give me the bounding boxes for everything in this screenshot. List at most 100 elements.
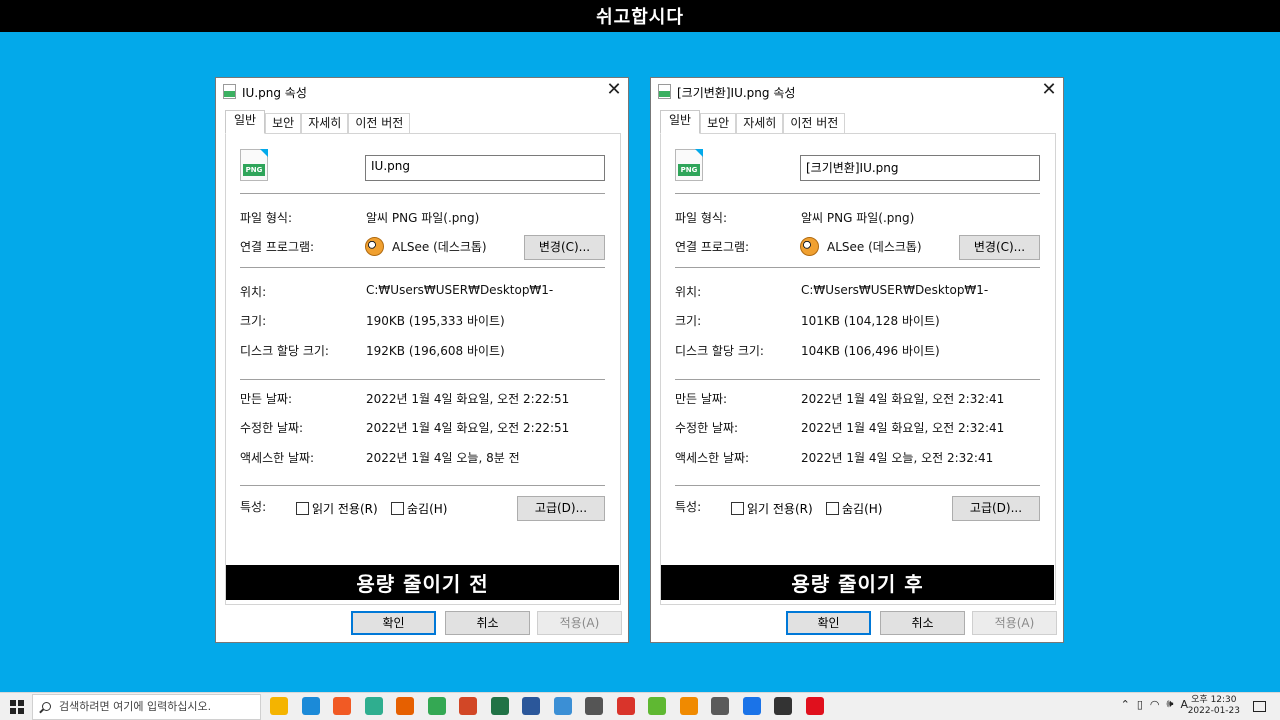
remote-desktop-icon[interactable] xyxy=(553,697,572,715)
tab-security[interactable]: 보안 xyxy=(700,113,737,134)
accessed-label: 액세스한 날짜: xyxy=(240,451,315,465)
location-value: C:₩Users₩USER₩Desktop₩1- xyxy=(366,283,554,297)
firefox-icon[interactable] xyxy=(396,697,414,715)
close-button[interactable]: ✕ xyxy=(600,78,628,104)
hidden-checkbox[interactable]: 숨김(H) xyxy=(391,500,447,517)
file-explorer-icon[interactable] xyxy=(270,697,288,715)
divider xyxy=(675,267,1040,268)
close-button[interactable]: ✕ xyxy=(1035,78,1063,104)
file-type-badge: PNG xyxy=(243,164,265,176)
tab-general[interactable]: 일반 xyxy=(660,110,701,134)
accessed-value: 2022년 1월 4일 오늘, 오전 2:32:41 xyxy=(801,451,994,465)
cancel-button[interactable]: 취소 xyxy=(880,611,965,635)
accessed-value: 2022년 1월 4일 오늘, 8분 전 xyxy=(366,451,520,465)
vlc-icon[interactable] xyxy=(679,697,698,715)
battery-icon[interactable]: ▯ xyxy=(1137,698,1143,711)
search-app-icon[interactable] xyxy=(585,697,603,715)
checkbox-box[interactable] xyxy=(296,502,309,515)
open-with-label: 연결 프로그램: xyxy=(675,240,750,254)
ok-button[interactable]: 확인 xyxy=(351,611,436,635)
tab-general[interactable]: 일반 xyxy=(225,110,266,134)
word-icon[interactable] xyxy=(522,697,540,715)
file-type-value: 알씨 PNG 파일(.png) xyxy=(801,211,915,225)
filename-input[interactable]: IU.png xyxy=(365,155,605,181)
chrome-icon[interactable] xyxy=(427,697,446,715)
divider xyxy=(240,485,605,486)
modified-label: 수정한 날짜: xyxy=(240,421,304,435)
tab-security[interactable]: 보안 xyxy=(265,113,302,134)
tab-previous-versions[interactable]: 이전 버전 xyxy=(348,113,411,134)
open-with-value: ALSee (데스크톱) xyxy=(392,240,487,254)
change-button[interactable]: 변경(C)... xyxy=(959,235,1040,260)
green-app-icon[interactable] xyxy=(648,697,666,715)
properties-dialog-before: IU.png 속성 ✕ 일반 보안 자세히 이전 버전 PNG IU.png 파… xyxy=(215,77,629,643)
png-file-icon: PNG xyxy=(675,149,703,181)
tab-details[interactable]: 자세히 xyxy=(301,113,349,134)
advanced-button[interactable]: 고급(D)... xyxy=(517,496,605,521)
chrome-dev-icon[interactable] xyxy=(742,697,761,715)
clock-date: 2022-01-23 xyxy=(1187,706,1240,716)
windows-start-icon[interactable] xyxy=(10,700,24,714)
title-bar[interactable]: IU.png 속성 ✕ xyxy=(216,78,628,106)
clock[interactable]: 오후 12:30 2022-01-23 xyxy=(1188,695,1240,717)
tab-bar: 일반 보안 자세히 이전 버전 xyxy=(225,110,411,134)
size-value: 101KB (104,128 바이트) xyxy=(801,314,940,328)
change-button[interactable]: 변경(C)... xyxy=(524,235,605,260)
created-value: 2022년 1월 4일 화요일, 오전 2:22:51 xyxy=(366,392,570,406)
disk-size-value: 192KB (196,608 바이트) xyxy=(366,344,505,358)
tab-details[interactable]: 자세히 xyxy=(736,113,784,134)
se-app-icon[interactable] xyxy=(616,697,635,715)
ok-button[interactable]: 확인 xyxy=(786,611,871,635)
attributes-label: 특성: xyxy=(240,500,267,514)
volume-icon[interactable]: 🕪 xyxy=(1167,697,1174,711)
excel-icon[interactable] xyxy=(490,697,509,715)
edge-icon[interactable] xyxy=(301,697,320,715)
disk-size-label: 디스크 할당 크기: xyxy=(675,344,764,358)
filename-input[interactable]: [크기변환]IU.png xyxy=(800,155,1040,181)
created-label: 만든 날짜: xyxy=(675,392,728,406)
alsee-icon xyxy=(365,237,384,256)
divider xyxy=(240,267,605,268)
modified-label: 수정한 날짜: xyxy=(675,421,739,435)
app-icon[interactable] xyxy=(364,697,383,715)
advanced-button[interactable]: 고급(D)... xyxy=(952,496,1040,521)
taskbar-search-input[interactable]: 검색하려면 여기에 입력하십시오. xyxy=(32,694,261,720)
dialog-title: [크기변환]IU.png 속성 xyxy=(677,86,796,100)
cancel-button[interactable]: 취소 xyxy=(445,611,530,635)
brave-icon[interactable] xyxy=(333,697,351,715)
readonly-label: 읽기 전용(R) xyxy=(747,502,813,516)
divider xyxy=(675,193,1040,194)
file-type-label: 파일 형식: xyxy=(240,211,293,225)
taskbar: 검색하려면 여기에 입력하십시오. ⌃ ▯ ◠ 🕪 A 오후 12:30 202… xyxy=(0,692,1280,720)
divider xyxy=(240,193,605,194)
created-value: 2022년 1월 4일 화요일, 오전 2:32:41 xyxy=(801,392,1005,406)
tab-previous-versions[interactable]: 이전 버전 xyxy=(783,113,846,134)
readonly-checkbox[interactable]: 읽기 전용(R) xyxy=(296,500,378,517)
divider xyxy=(675,485,1040,486)
readonly-checkbox[interactable]: 읽기 전용(R) xyxy=(731,500,813,517)
tab-bar: 일반 보안 자세히 이전 버전 xyxy=(660,110,846,134)
notification-icon[interactable] xyxy=(1253,701,1266,712)
hidden-checkbox[interactable]: 숨김(H) xyxy=(826,500,882,517)
file-type-value: 알씨 PNG 파일(.png) xyxy=(366,211,480,225)
general-tab-panel xyxy=(225,133,621,605)
calculator-icon[interactable] xyxy=(711,697,729,715)
created-label: 만든 날짜: xyxy=(240,392,293,406)
checkbox-box[interactable] xyxy=(391,502,404,515)
png-file-icon xyxy=(658,84,671,99)
sticky-notes-icon[interactable] xyxy=(774,697,792,715)
file-type-label: 파일 형식: xyxy=(675,211,728,225)
wifi-icon[interactable]: ◠ xyxy=(1150,698,1160,711)
checkbox-box[interactable] xyxy=(826,502,839,515)
png-file-icon xyxy=(223,84,236,99)
apply-button[interactable]: 적용(A) xyxy=(972,611,1057,635)
caption-overlay: 용량 줄이기 후 xyxy=(661,565,1054,600)
checkbox-box[interactable] xyxy=(731,502,744,515)
apply-button[interactable]: 적용(A) xyxy=(537,611,622,635)
title-bar[interactable]: [크기변환]IU.png 속성 ✕ xyxy=(651,78,1063,106)
modified-value: 2022년 1월 4일 화요일, 오전 2:22:51 xyxy=(366,421,570,435)
open-with-label: 연결 프로그램: xyxy=(240,240,315,254)
chevron-up-icon[interactable]: ⌃ xyxy=(1121,698,1130,711)
powerpoint-icon[interactable] xyxy=(459,697,477,715)
opera-icon[interactable] xyxy=(805,697,824,715)
